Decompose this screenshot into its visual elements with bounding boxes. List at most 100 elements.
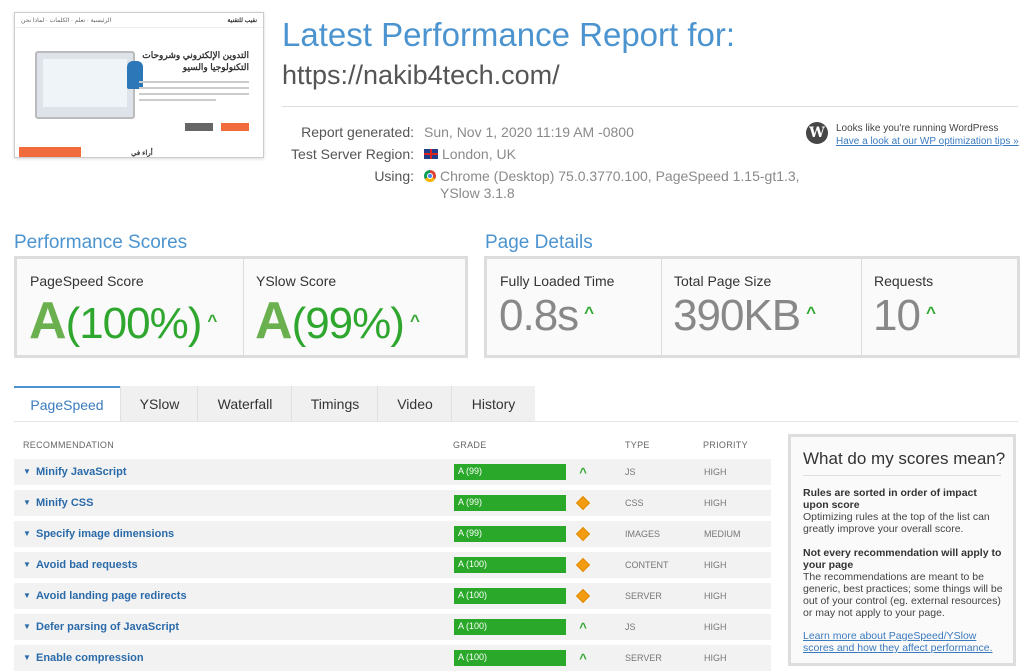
row-priority: HIGH <box>704 622 727 632</box>
expand-triangle-icon[interactable]: ▼ <box>23 498 31 507</box>
thumbnail-bottom-text: أراء في <box>131 150 153 157</box>
trend-up-icon: ^ <box>579 620 587 635</box>
tab-divider <box>14 421 1018 422</box>
grade-bar: A (100) <box>454 650 566 666</box>
caret-up-icon: ^ <box>409 311 420 330</box>
recommendation-name[interactable]: Minify JavaScript <box>36 466 126 478</box>
wordpress-icon: W <box>806 122 828 144</box>
thumbnail-button <box>221 123 249 131</box>
wp-optimization-tips-link[interactable]: Have a look at our WP optimization tips … <box>836 136 1019 147</box>
performance-scores-title: Performance Scores <box>14 232 188 253</box>
warning-diamond-icon <box>575 557 591 573</box>
thumbnail-nav: الرئيسية · تعلم · الكلمات · لماذا نحن نق… <box>15 13 263 28</box>
expand-triangle-icon[interactable]: ▼ <box>23 653 31 662</box>
row-type: CONTENT <box>625 560 669 570</box>
col-header-type: TYPE <box>625 440 650 450</box>
row-type: JS <box>625 467 636 477</box>
header-divider <box>282 106 1018 107</box>
tab-pagespeed[interactable]: PageSpeed <box>14 386 120 424</box>
row-priority: HIGH <box>704 498 727 508</box>
row-priority: HIGH <box>704 591 727 601</box>
using-value: Chrome (Desktop) 75.0.3770.100, PageSpee… <box>424 168 804 202</box>
table-row[interactable]: ▼ Specify image dimensions A (99) IMAGES… <box>14 521 771 547</box>
grade-bar: A (99) <box>454 464 566 480</box>
region-text: London, UK <box>442 146 516 162</box>
laptop-illustration <box>35 51 143 119</box>
yslow-score-label: YSlow Score <box>256 273 337 289</box>
performance-scores-box: PageSpeed Score A(100%) ^ YSlow Score A(9… <box>14 256 468 358</box>
tab-waterfall[interactable]: Waterfall <box>197 386 292 422</box>
expand-triangle-icon[interactable]: ▼ <box>23 591 31 600</box>
expand-triangle-icon[interactable]: ▼ <box>23 467 31 476</box>
page-size-label: Total Page Size <box>674 273 772 289</box>
yslow-score-value: A(99%) ^ <box>255 291 420 351</box>
expand-triangle-icon[interactable]: ▼ <box>23 529 31 538</box>
table-row[interactable]: ▼ Minify JavaScript A (99) ^ JS HIGH <box>14 459 771 485</box>
row-priority: HIGH <box>704 467 727 477</box>
expand-triangle-icon[interactable]: ▼ <box>23 622 31 631</box>
grade-text: A (99) <box>458 528 483 538</box>
caret-up-icon: ^ <box>207 311 218 330</box>
thumbnail-text-lines <box>139 81 249 105</box>
caret-up-icon: ^ <box>806 303 817 322</box>
row-type: CSS <box>625 498 644 508</box>
row-priority: HIGH <box>704 560 727 570</box>
wordpress-notice: Looks like you're running WordPress <box>836 123 999 134</box>
thumbnail-button <box>185 123 213 131</box>
site-screenshot-thumbnail: الرئيسية · تعلم · الكلمات · لماذا نحن نق… <box>14 12 264 158</box>
fully-loaded-value: 0.8s ^ <box>499 291 594 341</box>
expand-triangle-icon[interactable]: ▼ <box>23 560 31 569</box>
page-size-value: 390KB ^ <box>673 291 816 341</box>
recommendation-name[interactable]: Specify image dimensions <box>36 528 174 540</box>
uk-flag-icon <box>424 149 438 159</box>
table-row[interactable]: ▼ Avoid bad requests A (100) CONTENT HIG… <box>14 552 771 578</box>
report-generated-label: Report generated: <box>301 124 414 140</box>
grade-text: A (100) <box>458 621 488 631</box>
fully-loaded-cell: Fully Loaded Time 0.8s ^ <box>487 259 662 355</box>
fully-loaded-text: 0.8s <box>499 291 579 340</box>
col-header-recommendation: RECOMMENDATION <box>23 440 115 450</box>
grade-bar: A (99) <box>454 495 566 511</box>
info-text-1: Optimizing rules at the top of the list … <box>803 511 990 535</box>
chrome-icon <box>424 170 436 182</box>
grade-text: A (99) <box>458 466 483 476</box>
thumbnail-banner <box>19 147 81 157</box>
tab-history[interactable]: History <box>451 386 535 422</box>
trend-up-icon: ^ <box>579 465 587 480</box>
grade-text: A (100) <box>458 559 488 569</box>
grade-text: A (100) <box>458 652 488 662</box>
info-heading-1: Rules are sorted in order of impact upon… <box>803 487 977 511</box>
requests-cell: Requests 10 ^ <box>861 259 1017 355</box>
col-header-priority: PRIORITY <box>703 440 748 450</box>
using-text-line1: Chrome (Desktop) 75.0.3770.100, PageSpee… <box>440 168 800 184</box>
learn-more-link[interactable]: Learn more about PageSpeed/YSlow scores … <box>803 630 1008 654</box>
thumbnail-nav-item: الكلمات <box>49 17 70 24</box>
table-row[interactable]: ▼ Enable compression A (100) ^ SERVER HI… <box>14 645 771 671</box>
thumbnail-nav-items: الرئيسية · تعلم · الكلمات · لماذا نحن <box>21 17 112 24</box>
tab-timings[interactable]: Timings <box>291 386 378 422</box>
recommendation-name[interactable]: Defer parsing of JavaScript <box>36 621 179 633</box>
tab-video[interactable]: Video <box>377 386 452 422</box>
recommendation-name[interactable]: Enable compression <box>36 652 144 664</box>
info-text-2: The recommendations are meant to be gene… <box>803 571 1003 619</box>
thumbnail-nav-item: لماذا نحن <box>21 17 45 24</box>
row-type: IMAGES <box>625 529 661 539</box>
recommendation-name[interactable]: Minify CSS <box>36 497 93 509</box>
caret-up-icon: ^ <box>925 303 936 322</box>
warning-diamond-icon <box>575 526 591 542</box>
scores-explanation-box: What do my scores mean? Rules are sorted… <box>788 434 1016 666</box>
table-row[interactable]: ▼ Minify CSS A (99) CSS HIGH <box>14 490 771 516</box>
tab-yslow[interactable]: YSlow <box>120 386 198 422</box>
table-row[interactable]: ▼ Avoid landing page redirects A (100) S… <box>14 583 771 609</box>
row-priority: MEDIUM <box>704 529 741 539</box>
thumbnail-nav-item: الرئيسية <box>90 17 112 24</box>
table-row[interactable]: ▼ Defer parsing of JavaScript A (100) ^ … <box>14 614 771 640</box>
using-text-line2: YSlow 3.1.8 <box>440 185 515 201</box>
row-priority: HIGH <box>704 653 727 663</box>
report-url: https://nakib4tech.com/ <box>282 60 560 90</box>
pagespeed-score-label: PageSpeed Score <box>30 273 144 289</box>
recommendation-name[interactable]: Avoid landing page redirects <box>36 590 187 602</box>
pagespeed-score-value: A(100%) ^ <box>29 291 217 351</box>
thumbnail-headline: التدوين الإلكتروني وشروحات التكنولوجيا و… <box>142 50 249 72</box>
recommendation-name[interactable]: Avoid bad requests <box>36 559 138 571</box>
